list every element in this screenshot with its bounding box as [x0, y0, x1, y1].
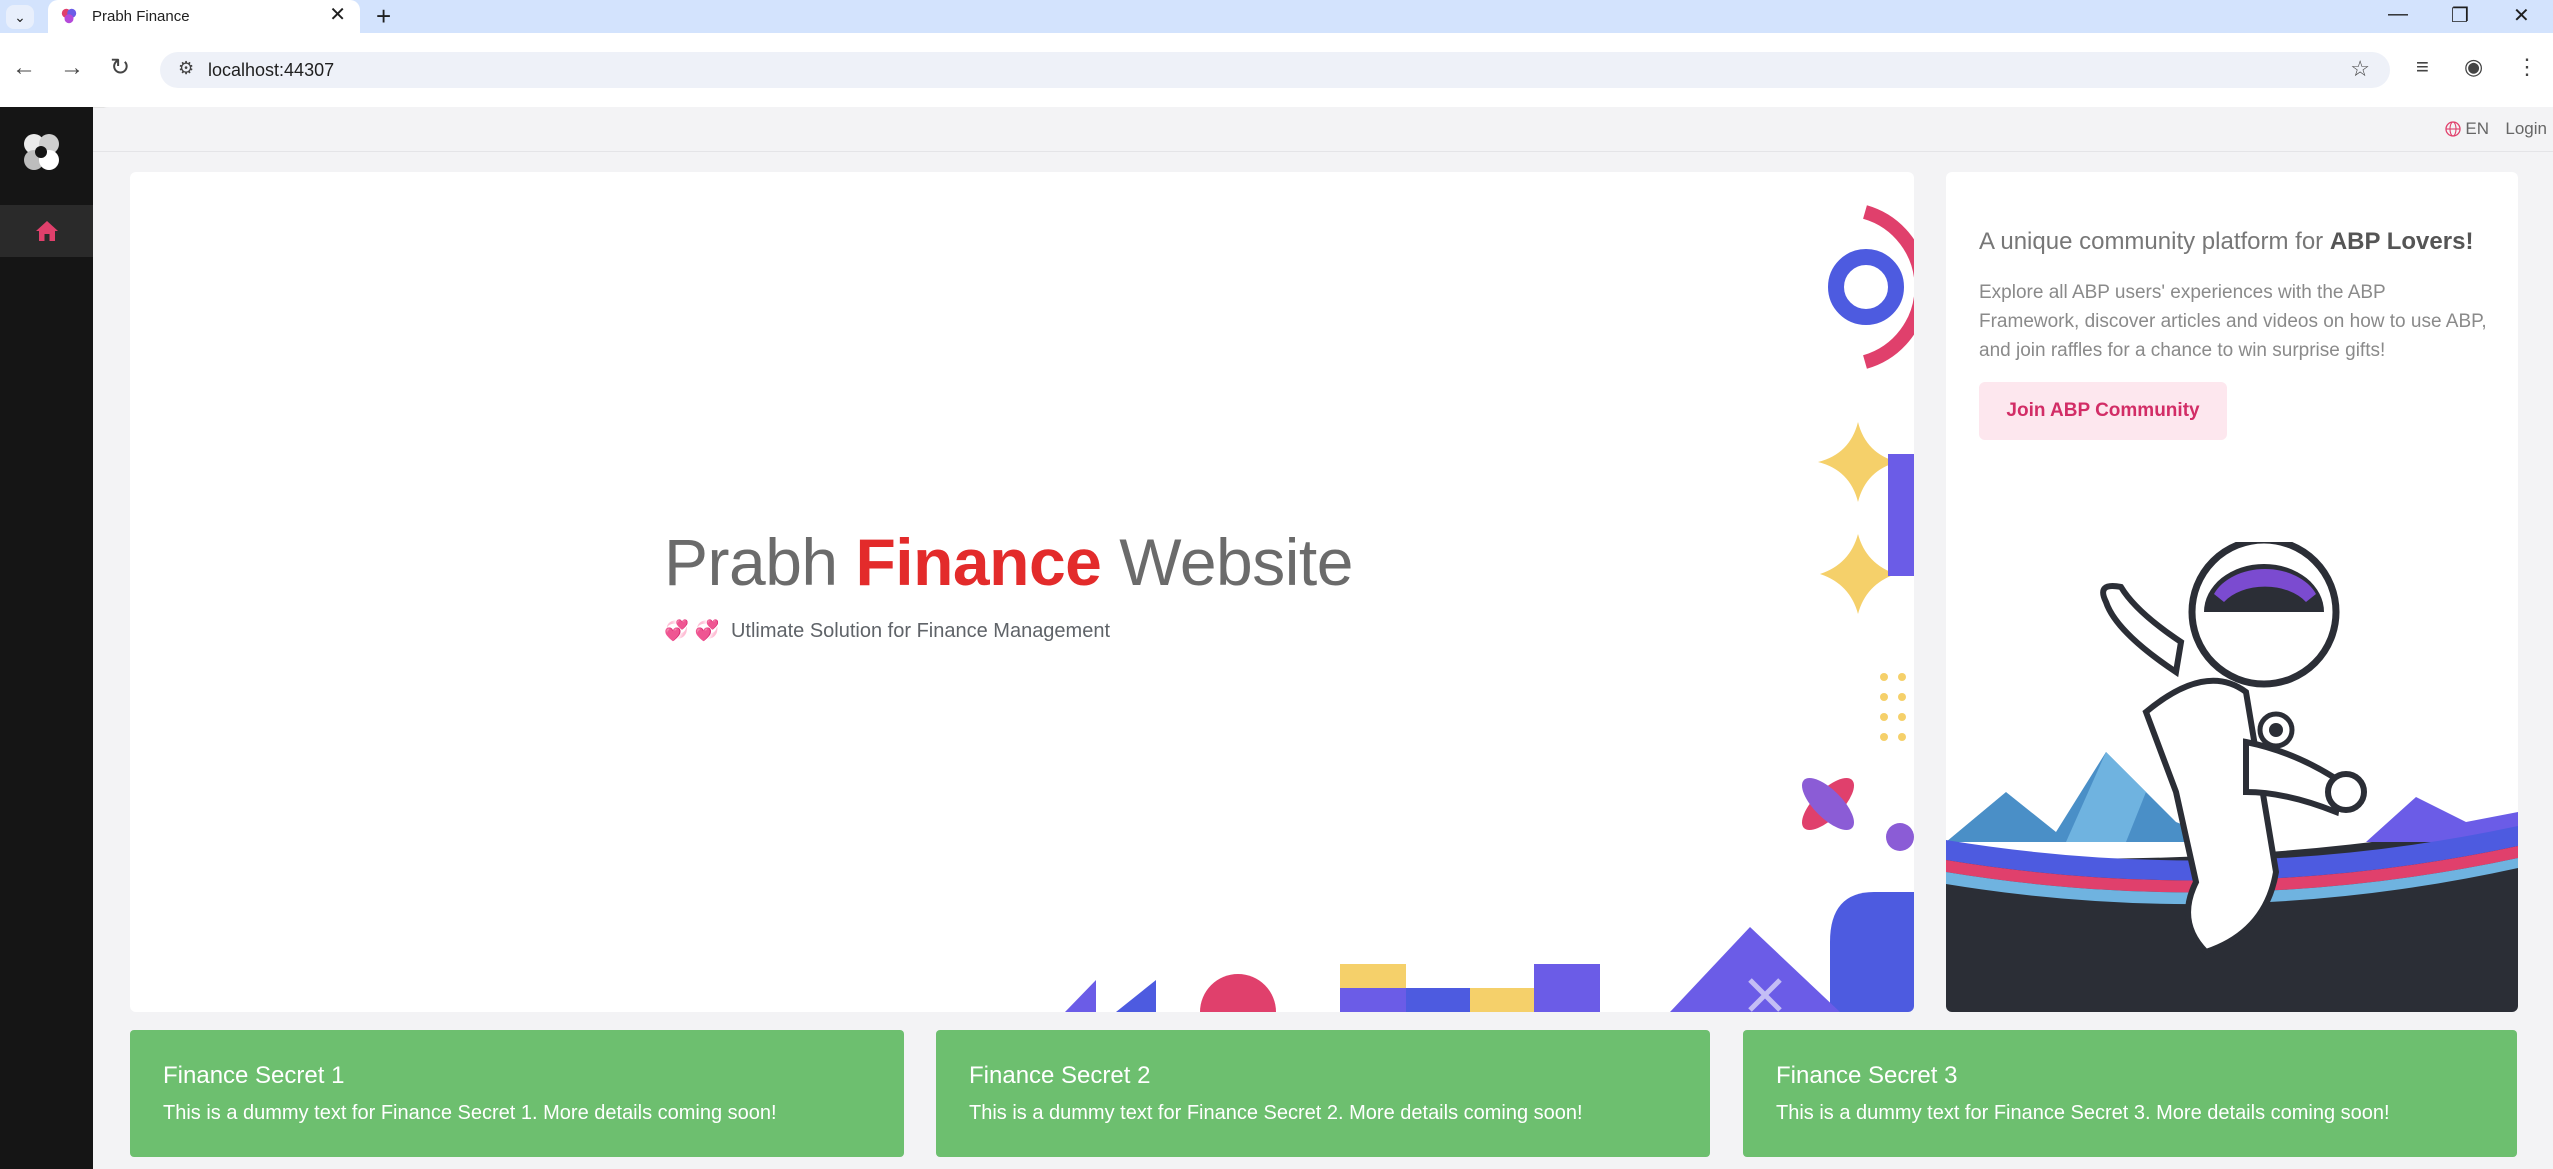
hearts-emoji: 💞 💞 — [664, 620, 720, 642]
url-text[interactable]: localhost:44307 — [208, 60, 334, 81]
restore-icon[interactable]: ❐ — [2451, 3, 2469, 28]
promo-title-prefix: A unique community platform for — [1979, 228, 2330, 255]
promo-title: A unique community platform for ABP Love… — [1979, 228, 2473, 256]
browser-tab[interactable]: Prabh Finance ✕ — [48, 0, 360, 33]
card-title: Finance Secret 2 — [969, 1062, 1151, 1089]
finance-secret-card: Finance Secret 3 This is a dummy text fo… — [1743, 1030, 2517, 1157]
minimize-icon[interactable]: — — [2388, 3, 2408, 26]
card-title: Finance Secret 3 — [1776, 1062, 1958, 1089]
card-text: This is a dummy text for Finance Secret … — [1776, 1102, 2390, 1124]
sidebar-item-home[interactable] — [0, 205, 93, 257]
hero-card: Prabh Finance Website 💞 💞 Utlimate Solut… — [130, 172, 1914, 1012]
language-selector[interactable]: EN — [2445, 119, 2489, 139]
menu-icon[interactable]: ⋮ — [2516, 54, 2538, 80]
profile-icon[interactable]: ◉ — [2464, 54, 2483, 80]
main-content: EN Login Prabh Finance Website 💞 💞 Utlim… — [93, 107, 2553, 1169]
forward-icon[interactable]: → — [60, 54, 84, 82]
card-text: This is a dummy text for Finance Secret … — [163, 1102, 777, 1124]
join-community-button[interactable]: Join ABP Community — [1979, 382, 2227, 440]
card-title: Finance Secret 1 — [163, 1062, 345, 1089]
top-bar: EN Login — [93, 107, 2553, 152]
new-tab-icon[interactable]: + — [376, 2, 391, 30]
home-icon — [35, 221, 58, 241]
browser-tabstrip: ⌄ Prabh Finance ✕ + — ❐ ✕ — [0, 0, 2553, 33]
tab-title: Prabh Finance — [92, 8, 190, 25]
card-text: This is a dummy text for Finance Secret … — [969, 1102, 1583, 1124]
community-promo-card: A unique community platform for ABP Love… — [1946, 172, 2518, 1012]
login-link[interactable]: Login — [2505, 119, 2547, 139]
window-close-icon[interactable]: ✕ — [2513, 3, 2530, 28]
tab-search-icon[interactable]: ⌄ — [6, 5, 34, 29]
promo-title-bold: ABP Lovers! — [2329, 228, 2474, 255]
site-favicon-icon — [61, 8, 77, 24]
app-logo-icon[interactable] — [18, 129, 64, 175]
hero-subtitle: 💞 💞 Utlimate Solution for Finance Manage… — [664, 618, 1110, 643]
back-icon[interactable]: ← — [12, 54, 36, 82]
hero-title-accent: Finance — [855, 525, 1102, 599]
astronaut-illustration — [1946, 542, 2518, 1012]
hero-title-part2: Website — [1101, 525, 1353, 599]
bookmark-star-icon[interactable]: ☆ — [2350, 56, 2370, 82]
hero-title: Prabh Finance Website — [664, 524, 1353, 600]
tab-close-icon[interactable]: ✕ — [329, 5, 346, 25]
globe-icon — [2445, 121, 2462, 137]
finance-secret-card: Finance Secret 1 This is a dummy text fo… — [130, 1030, 904, 1157]
reload-icon[interactable]: ↻ — [110, 54, 130, 82]
browser-toolbar: ← → ↻ ⚙ localhost:44307 ☆ ≡ ◉ ⋮ — [0, 33, 2553, 108]
hero-subtitle-text: Utlimate Solution for Finance Management — [730, 620, 1111, 642]
media-controls-icon[interactable]: ≡ — [2416, 54, 2429, 80]
finance-secret-card: Finance Secret 2 This is a dummy text fo… — [936, 1030, 1710, 1157]
site-info-icon[interactable]: ⚙ — [178, 58, 194, 79]
language-label: EN — [2465, 119, 2489, 138]
hero-title-part1: Prabh — [664, 525, 856, 599]
sidebar — [0, 107, 93, 1169]
address-bar[interactable]: ⚙ localhost:44307 ☆ — [160, 52, 2390, 88]
promo-description: Explore all ABP users' experiences with … — [1979, 282, 2487, 361]
